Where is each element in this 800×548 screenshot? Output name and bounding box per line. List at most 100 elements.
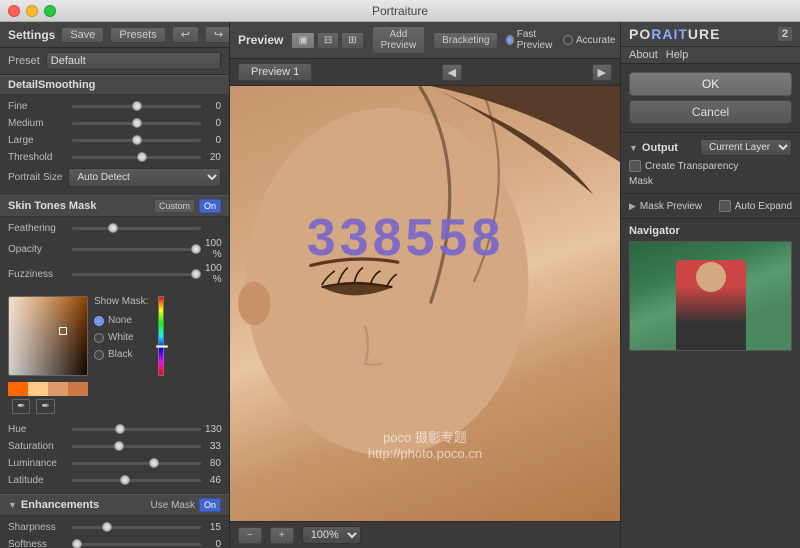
enhancements-content: Sharpness 15 Softness 0 Warmth 0 Tint 0 — [0, 516, 229, 548]
bracketing-button[interactable]: Bracketing — [433, 32, 498, 49]
medium-value: 0 — [205, 118, 221, 129]
navigator-section: Navigator — [621, 218, 800, 357]
output-select[interactable]: Current Layer — [700, 139, 792, 156]
saturation-slider[interactable] — [72, 439, 201, 453]
opacity-value: 100 % — [205, 238, 222, 260]
fuzziness-value: 100 % — [205, 263, 222, 285]
mask-preview-triangle-icon: ▶ — [629, 201, 636, 212]
navigator-label: Navigator — [629, 225, 792, 237]
ok-button[interactable]: OK — [629, 72, 792, 96]
fast-preview-radio[interactable] — [506, 35, 513, 45]
fast-preview-option: Fast Preview — [506, 29, 555, 51]
prev-nav-button[interactable]: ◀ — [442, 64, 462, 81]
fuzziness-label: Fuzziness — [8, 269, 68, 280]
hue-value: 130 — [205, 424, 222, 435]
sharpness-slider-row: Sharpness 15 — [8, 520, 221, 534]
softness-slider-row: Softness 0 — [8, 537, 221, 548]
minimize-button[interactable] — [26, 5, 38, 17]
maximize-button[interactable] — [44, 5, 56, 17]
opacity-slider[interactable] — [72, 242, 201, 256]
fuzziness-slider-row: Fuzziness 100 % — [8, 263, 221, 285]
single-view-button[interactable]: ▣ — [291, 32, 314, 49]
preset-row: Preset Default — [0, 48, 229, 75]
softness-slider[interactable] — [72, 537, 201, 548]
panel-toolbar: Settings Save Presets ↩ ↪ — [0, 22, 229, 48]
window-title: Portraiture — [372, 4, 428, 18]
help-menu-item[interactable]: Help — [666, 49, 689, 61]
latitude-slider[interactable] — [72, 473, 201, 487]
large-slider[interactable] — [72, 133, 201, 147]
title-bar: Portraiture — [0, 0, 800, 22]
swatch-brown[interactable] — [68, 382, 88, 396]
radio-black[interactable]: Black — [94, 349, 148, 360]
luminance-label: Luminance — [8, 458, 68, 469]
preset-select[interactable]: Default — [46, 52, 221, 70]
close-button[interactable] — [8, 5, 20, 17]
accurate-radio[interactable] — [563, 35, 573, 45]
settings-label: Settings — [8, 28, 55, 42]
threshold-slider-row: Threshold 20 — [8, 150, 221, 164]
detail-smoothing-content: Fine 0 Medium 0 Large 0 Threshold 20 Por… — [0, 95, 229, 195]
threshold-value: 20 — [205, 152, 221, 163]
luminance-slider[interactable] — [72, 456, 201, 470]
redo-button[interactable]: ↪ — [205, 26, 230, 43]
radio-none[interactable]: None — [94, 315, 148, 326]
auto-expand-checkbox[interactable] — [719, 200, 731, 212]
on-badge: On — [199, 199, 221, 213]
preview-tabs: Preview 1 ◀ ▶ — [230, 59, 620, 86]
zoom-minus-button[interactable]: − — [238, 527, 262, 544]
swatch-tan[interactable] — [48, 382, 68, 396]
undo-button[interactable]: ↩ — [172, 26, 199, 43]
color-picker[interactable] — [8, 296, 88, 376]
fast-preview-label: Fast Preview — [517, 29, 555, 51]
navigator-person — [676, 260, 746, 350]
eyedropper-button[interactable]: ✒ — [12, 399, 30, 414]
radio-white-dot — [94, 333, 104, 343]
traffic-lights — [8, 5, 56, 17]
next-nav-button[interactable]: ▶ — [592, 64, 612, 81]
zoom-select[interactable]: 100% 50% 200% — [302, 526, 361, 544]
custom-badge: Custom — [154, 199, 195, 213]
add-preview-button[interactable]: Add Preview — [372, 26, 426, 54]
dual-view-button[interactable]: ⊟ — [317, 32, 339, 49]
create-transparency-checkbox[interactable] — [629, 160, 641, 172]
feathering-slider[interactable] — [72, 221, 201, 235]
left-panel: Settings Save Presets ↩ ↪ Preset Default… — [0, 22, 230, 548]
about-menu-item[interactable]: About — [629, 49, 658, 61]
sharpness-slider[interactable] — [72, 520, 201, 534]
threshold-slider[interactable] — [72, 150, 201, 164]
fine-slider-row: Fine 0 — [8, 99, 221, 113]
quad-view-button[interactable]: ⊞ — [341, 32, 363, 49]
eyedropper2-button[interactable]: ✒ — [36, 399, 54, 414]
swatch-peach[interactable] — [28, 382, 48, 396]
navigator-head — [696, 262, 726, 292]
fuzziness-slider[interactable] — [72, 267, 201, 281]
hue-slider[interactable] — [72, 422, 201, 436]
use-mask-label: Use Mask — [151, 500, 195, 511]
radio-white[interactable]: White — [94, 332, 148, 343]
zoom-plus-button[interactable]: + — [270, 527, 294, 544]
show-mask-label: Show Mask: — [94, 296, 148, 307]
medium-slider[interactable] — [72, 116, 201, 130]
save-button[interactable]: Save — [61, 27, 104, 43]
portraiture-logo: PORAITURE — [629, 26, 720, 42]
preset-label: Preset — [8, 55, 40, 67]
presets-button[interactable]: Presets — [110, 27, 165, 43]
medium-label: Medium — [8, 118, 68, 129]
create-transparency-row: Create Transparency — [629, 160, 792, 172]
swatch-orange[interactable] — [8, 382, 28, 396]
color-picker-gradient — [9, 297, 87, 375]
saturation-value: 33 — [205, 441, 221, 452]
hue-marker — [156, 345, 168, 348]
hue-label: Hue — [8, 424, 68, 435]
cancel-button[interactable]: Cancel — [629, 100, 792, 124]
latitude-slider-row: Latitude 46 — [8, 473, 221, 487]
portrait-size-label: Portrait Size — [8, 172, 62, 183]
radio-black-label: Black — [108, 349, 132, 360]
enhancements-label: Enhancements — [21, 499, 99, 511]
portrait-size-select[interactable]: Auto Detect — [68, 168, 221, 187]
hue-bar[interactable] — [158, 296, 164, 376]
preview-tab-1[interactable]: Preview 1 — [238, 63, 312, 81]
radio-none-dot — [94, 316, 104, 326]
fine-slider[interactable] — [72, 99, 201, 113]
